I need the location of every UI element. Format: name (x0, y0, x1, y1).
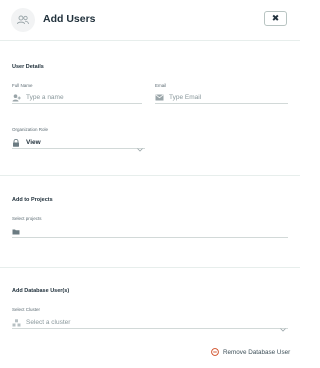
folder-icon (12, 229, 22, 235)
org-role-label: Organization Role (12, 127, 49, 132)
close-button[interactable]: ✖ (264, 11, 287, 26)
user-add-icon (12, 93, 22, 102)
remove-database-user-button[interactable]: Remove Database User (211, 348, 290, 356)
projects-heading: Add to Projects (12, 197, 53, 203)
remove-database-user-label: Remove Database User (223, 348, 291, 356)
db-user-heading: Add Database User(s) (12, 288, 70, 294)
minus-circle-icon (211, 348, 219, 356)
full-name-field[interactable]: Type a name (12, 92, 142, 104)
page-title: Add Users (43, 13, 96, 25)
select-cluster-label: Select Cluster (12, 307, 41, 312)
modal-header: Add Users ✖ (0, 0, 300, 41)
cluster-select[interactable]: Select a cluster (12, 317, 288, 332)
chevron-down-icon (137, 139, 143, 157)
cluster-icon (12, 318, 22, 327)
close-icon: ✖ (271, 13, 280, 23)
full-name-label: Full Name (12, 83, 33, 88)
chevron-down-icon (280, 319, 286, 337)
user-details-heading: User Details (12, 64, 44, 70)
select-projects-label: Select projects (12, 216, 42, 221)
email-label: Email (155, 83, 167, 88)
email-placeholder: Type Email (169, 94, 202, 101)
cluster-placeholder: Select a cluster (26, 319, 71, 326)
section-divider (0, 267, 300, 268)
email-field[interactable]: Type Email (155, 92, 288, 104)
projects-select[interactable] (12, 226, 288, 238)
org-role-value: View (26, 139, 41, 146)
envelope-icon (155, 94, 165, 101)
section-divider (0, 175, 300, 176)
full-name-placeholder: Type a name (26, 94, 64, 101)
lock-icon (12, 138, 22, 147)
org-role-select[interactable]: View (12, 137, 145, 152)
users-icon (11, 8, 35, 32)
